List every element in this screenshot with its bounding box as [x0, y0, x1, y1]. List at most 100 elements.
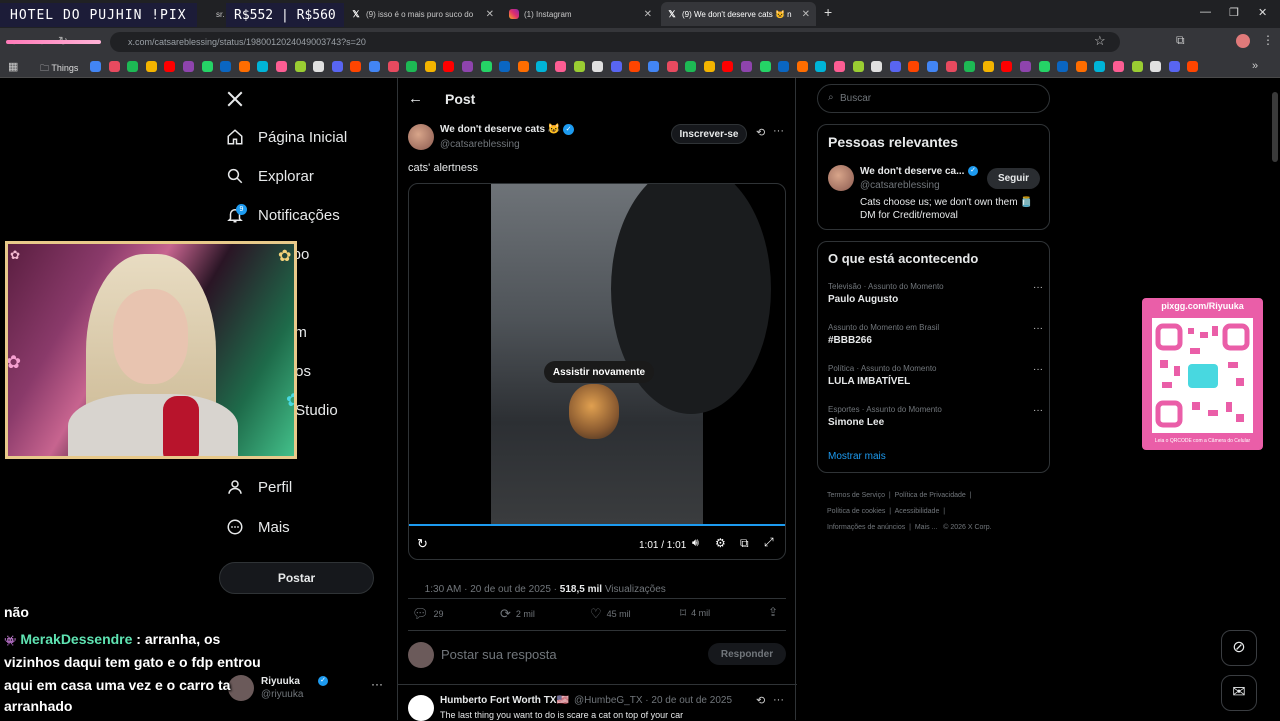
star-icon[interactable]: ☆: [1094, 33, 1106, 49]
bookmark-favicon-icon[interactable]: [90, 61, 101, 72]
bookmark-favicon-icon[interactable]: [369, 61, 380, 72]
close-window-icon[interactable]: ✕: [1258, 6, 1267, 19]
bookmark-favicon-icon[interactable]: [350, 61, 362, 72]
bookmark-favicon-icon[interactable]: [424, 61, 436, 72]
nav-home[interactable]: Página Inicial: [226, 128, 347, 146]
bookmark-favicon-icon[interactable]: [164, 61, 176, 72]
trend-item[interactable]: Esportes · Assunto do Momento Simone Lee ·…: [828, 405, 1043, 428]
bookmark-favicon-icon[interactable]: [889, 61, 901, 72]
x-logo-icon[interactable]: [226, 90, 244, 108]
author-name[interactable]: We don't deserve cats 😺: [440, 124, 560, 135]
bookmark-favicon-icon[interactable]: [238, 61, 250, 72]
bookmark-favicon-icon[interactable]: [648, 61, 659, 72]
reply-preview[interactable]: Humberto Fort Worth TX🇺🇸 @HumbeG_TX · 20…: [398, 685, 797, 721]
bookmark-favicon-icon[interactable]: [852, 61, 864, 72]
reply-grok-icon[interactable]: ⟲: [756, 694, 765, 707]
bookmark-favicon-icon[interactable]: [257, 61, 269, 72]
trend-item[interactable]: Assunto do Momento em Brasil #BBB266 ···: [828, 323, 1043, 346]
nav-explore[interactable]: Explorar: [226, 167, 314, 185]
bookmark-favicon-icon[interactable]: [313, 61, 325, 72]
like-action[interactable]: ♡ 45 mil: [590, 606, 631, 622]
bookmark-favicon-icon[interactable]: [276, 61, 287, 72]
extensions-icon[interactable]: ⧉: [1176, 33, 1185, 48]
bookmark-favicon-icon[interactable]: [1020, 61, 1031, 72]
bookmark-favicon-icon[interactable]: [610, 61, 622, 72]
bookmark-folder[interactable]: 🗀 Things: [40, 61, 78, 77]
reply-more-icon[interactable]: ···: [773, 694, 784, 706]
bookmark-favicon-icon[interactable]: [964, 61, 976, 72]
nav-more[interactable]: Mais: [226, 518, 290, 536]
bookmark-favicon-icon[interactable]: [759, 61, 771, 72]
tab-3[interactable]: (1) Instagram ✕: [503, 2, 658, 26]
replay-icon[interactable]: ↻: [417, 536, 428, 552]
bookmark-favicon-icon[interactable]: [666, 61, 678, 72]
back-arrow-icon[interactable]: ←: [408, 90, 423, 107]
replay-button[interactable]: Assistir novamente: [544, 361, 654, 383]
search-box[interactable]: ⌕ Buscar: [817, 84, 1050, 113]
bookmark-favicon-icon[interactable]: [982, 61, 994, 72]
bookmark-favicon-icon[interactable]: [796, 61, 808, 72]
bookmark-favicon-icon[interactable]: [834, 61, 845, 72]
bookmark-favicon-icon[interactable]: [555, 61, 566, 72]
bookmark-favicon-icon[interactable]: [815, 61, 827, 72]
bookmark-favicon-icon[interactable]: [387, 61, 399, 72]
bookmark-favicon-icon[interactable]: [183, 61, 194, 72]
bookmark-favicon-icon[interactable]: [536, 61, 548, 72]
bookmark-favicon-icon[interactable]: [1057, 61, 1069, 72]
author-handle[interactable]: @catsareblessing: [440, 139, 520, 150]
footer-link[interactable]: Mais ...: [915, 524, 938, 531]
footer-link[interactable]: Política de Privacidade: [895, 492, 966, 499]
pip-icon[interactable]: ⧉: [740, 536, 749, 551]
close-tab-icon[interactable]: ✕: [644, 9, 652, 20]
trend-more-icon[interactable]: ···: [1033, 323, 1043, 334]
bookmark-favicon-icon[interactable]: [331, 61, 343, 72]
footer-link[interactable]: Política de cookies: [827, 508, 885, 515]
settings-icon[interactable]: ⚙: [715, 536, 726, 550]
bookmark-favicon-icon[interactable]: [945, 61, 957, 72]
bookmark-favicon-icon[interactable]: [294, 61, 306, 72]
bookmark-favicon-icon[interactable]: [127, 61, 139, 72]
bookmarks-overflow-icon[interactable]: »: [1252, 60, 1258, 72]
bookmark-favicon-icon[interactable]: [908, 61, 920, 72]
bookmark-favicon-icon[interactable]: [220, 61, 232, 72]
menu-icon[interactable]: ⋮: [1262, 33, 1274, 47]
video-progress[interactable]: [409, 524, 785, 526]
bookmark-favicon-icon[interactable]: [871, 61, 883, 72]
bookmark-favicon-icon[interactable]: [722, 61, 734, 72]
nav-profile[interactable]: Perfil: [226, 478, 292, 496]
url-field[interactable]: x.com/catsareblessing/status/19800120240…: [110, 32, 1120, 52]
close-tab-icon[interactable]: ✕: [486, 9, 494, 20]
follow-button[interactable]: Seguir: [987, 168, 1040, 189]
bookmark-favicon-icon[interactable]: [1150, 61, 1162, 72]
bookmark-favicon-icon[interactable]: [685, 61, 697, 72]
bookmark-favicon-icon[interactable]: [517, 61, 529, 72]
video-player[interactable]: Assistir novamente ↻ 1:01 / 1:01 🔊︎ ⚙ ⧉ …: [408, 183, 786, 560]
bookmark-favicon-icon[interactable]: [1187, 61, 1199, 72]
post-more-icon[interactable]: ···: [773, 125, 784, 137]
bookmark-favicon-icon[interactable]: [480, 61, 492, 72]
new-tab-icon[interactable]: +: [824, 4, 832, 20]
trend-item[interactable]: Política · Assunto do Momento LULA IMBATÍ…: [828, 364, 1043, 387]
bookmark-favicon-icon[interactable]: [1168, 61, 1180, 72]
restore-icon[interactable]: ❐: [1229, 6, 1239, 19]
bookmark-favicon-icon[interactable]: [741, 61, 752, 72]
bookmark-favicon-icon[interactable]: [406, 61, 418, 72]
grok-float-button[interactable]: ⊘: [1221, 630, 1257, 666]
bookmark-favicon-icon[interactable]: [703, 61, 715, 72]
bookmark-favicon-icon[interactable]: [1038, 61, 1050, 72]
subscribe-button[interactable]: Inscrever-se: [671, 124, 747, 144]
bookmark-favicon-icon[interactable]: [778, 61, 790, 72]
repost-action[interactable]: ⟳ 2 mil: [500, 606, 535, 622]
author-avatar[interactable]: [408, 124, 434, 150]
tab-2[interactable]: 𝕏 (9) isso é o mais puro suco do ✕: [345, 2, 500, 26]
bookmark-favicon-icon[interactable]: [1113, 61, 1124, 72]
close-tab-icon[interactable]: ✕: [802, 9, 810, 20]
apps-grid-icon[interactable]: ▦: [8, 60, 18, 73]
bookmark-favicon-icon[interactable]: [592, 61, 604, 72]
bookmark-favicon-icon[interactable]: [1075, 61, 1087, 72]
reply-button[interactable]: Responder: [708, 643, 786, 665]
bookmark-favicon-icon[interactable]: [201, 61, 213, 72]
bookmark-favicon-icon[interactable]: [499, 61, 511, 72]
footer-link[interactable]: Acessibilidade: [895, 508, 940, 515]
footer-link[interactable]: Termos de Serviço: [827, 492, 885, 499]
